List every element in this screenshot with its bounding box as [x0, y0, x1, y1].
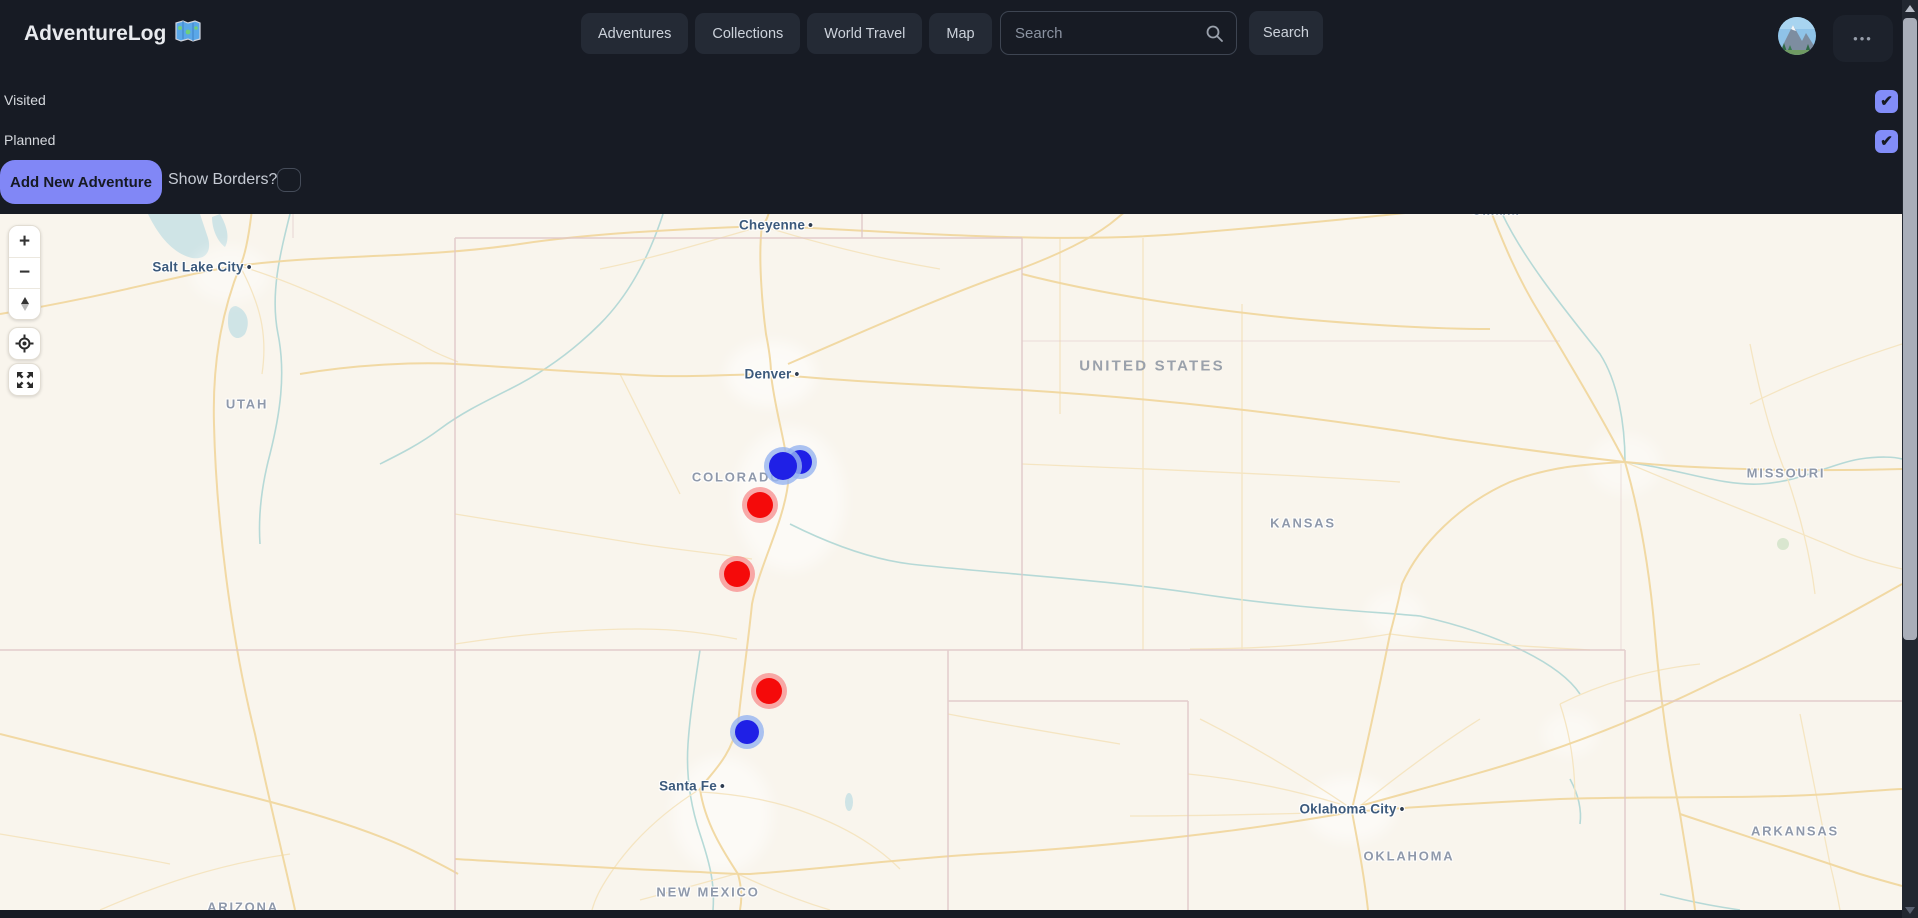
compass-icon: [17, 296, 33, 312]
search-input[interactable]: [1001, 12, 1236, 54]
state-label-kansas: KANSAS: [1270, 516, 1336, 531]
map-base-layers: [0, 214, 1902, 910]
rivers-layer: [259, 214, 1902, 910]
city-label-salt-lake-city: Salt Lake City•: [152, 260, 251, 275]
user-avatar[interactable]: [1778, 17, 1816, 55]
search-field-wrap: [1000, 11, 1237, 55]
add-new-adventure-button[interactable]: Add New Adventure: [0, 160, 162, 204]
planned-checkbox[interactable]: ✔: [1875, 130, 1898, 153]
nav-button-map[interactable]: Map: [929, 13, 991, 54]
state-label-new-mexico: NEW MEXICO: [656, 885, 759, 900]
city-label-oklahoma-city: Oklahoma City•: [1299, 802, 1404, 817]
nav-button-world-travel[interactable]: World Travel: [807, 13, 922, 54]
show-borders-checkbox[interactable]: [277, 168, 301, 192]
lakes-layer: [148, 214, 1789, 811]
mountain-avatar: [1778, 17, 1816, 55]
state-label-arkansas: ARKANSAS: [1751, 824, 1839, 839]
zoom-in-button[interactable]: +: [9, 226, 40, 257]
state-label-colorado: COLORADO: [692, 470, 782, 485]
city-label-denver: Denver•: [745, 367, 800, 382]
geolocate-button[interactable]: [8, 327, 41, 360]
adventure-marker-visited-4[interactable]: [756, 678, 782, 704]
brand-label: AdventureLog: [24, 22, 166, 46]
scrollbar-up-arrow[interactable]: [1905, 5, 1915, 12]
fullscreen-icon: [16, 371, 34, 389]
overflow-menu-button[interactable]: •••: [1833, 15, 1893, 62]
city-label-omaha: Omaha: [1472, 214, 1519, 218]
state-label-oklahoma: OKLAHOMA: [1364, 849, 1455, 864]
map-canvas[interactable]: UNITED STATES UTAH COLORADO KANSAS MISSOURI O…: [0, 214, 1902, 910]
adventure-marker-visited-2[interactable]: [747, 492, 773, 518]
visited-checkbox[interactable]: ✔: [1875, 90, 1898, 113]
show-borders-label: Show Borders?: [168, 171, 277, 189]
map-zoom-controls: +−: [8, 225, 41, 320]
visited-label: Visited: [4, 92, 46, 108]
nav-button-adventures[interactable]: Adventures: [581, 13, 688, 54]
country-label-united-states: UNITED STATES: [1079, 358, 1225, 375]
adventure-marker-planned-1[interactable]: [769, 452, 797, 480]
geolocate-icon: [15, 334, 34, 353]
adventure-marker-planned-5[interactable]: [735, 720, 759, 744]
state-label-missouri: MISSOURI: [1747, 466, 1826, 481]
page-scrollbar[interactable]: [1902, 0, 1918, 918]
navbar-links: AdventuresCollectionsWorld TravelMap: [581, 13, 992, 54]
city-label-cheyenne: Cheyenne•: [739, 218, 813, 233]
major-roads-layer: [0, 214, 1902, 910]
scrollbar-down-arrow[interactable]: [1905, 907, 1915, 914]
zoom-out-button[interactable]: −: [9, 257, 40, 288]
state-label-arizona: ARIZONA: [207, 900, 279, 911]
adventure-marker-visited-3[interactable]: [724, 561, 750, 587]
nav-button-collections[interactable]: Collections: [695, 13, 800, 54]
magnifier-icon: [1205, 24, 1224, 48]
search-button[interactable]: Search: [1249, 11, 1323, 55]
scrollbar-thumb[interactable]: [1903, 18, 1917, 640]
navbar-brand[interactable]: AdventureLog: [24, 20, 201, 48]
city-label-santa-fe: Santa Fe•: [659, 779, 725, 794]
state-label-utah: UTAH: [226, 397, 268, 412]
fullscreen-button[interactable]: [8, 363, 41, 396]
compass-button[interactable]: [9, 288, 40, 319]
planned-label: Planned: [4, 132, 55, 148]
world-map-icon: [175, 20, 201, 48]
